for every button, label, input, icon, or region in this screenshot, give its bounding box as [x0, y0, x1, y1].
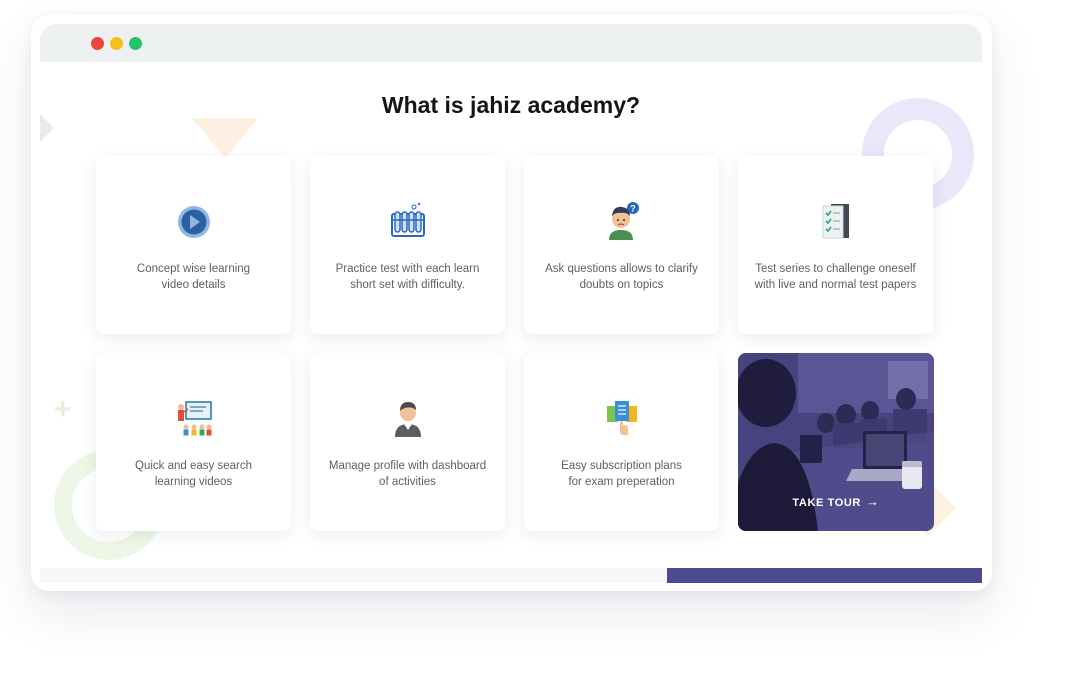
page-content: + What is jahiz academy? Concept wise le…	[40, 62, 982, 583]
feature-card-subscription[interactable]: Easy subscription plans for exam preperat…	[524, 353, 719, 531]
play-video-icon	[178, 206, 210, 238]
feature-description: Concept wise learning video details	[136, 263, 251, 291]
feature-description: Test series to challenge oneself with liv…	[754, 263, 917, 291]
browser-window: + What is jahiz academy? Concept wise le…	[31, 15, 992, 591]
feature-card-search-videos[interactable]: Quick and easy search learning videos	[96, 353, 291, 531]
feature-card-questions[interactable]: ? Ask questions allows to clarify doubts …	[524, 156, 719, 334]
maximize-dot-icon[interactable]	[129, 37, 142, 50]
minimize-dot-icon[interactable]	[110, 37, 123, 50]
window-titlebar	[40, 24, 982, 62]
svg-text:?: ?	[630, 204, 636, 214]
feature-description: Manage profile with dashboard of activiti…	[328, 460, 487, 488]
feature-description: Quick and easy search learning videos	[135, 460, 252, 488]
subscription-plans-icon	[607, 401, 637, 435]
classroom-teacher-icon	[178, 401, 212, 436]
take-tour-label: TAKE TOUR	[792, 497, 861, 509]
footer-strip-light	[40, 568, 667, 583]
decor-triangle-icon	[192, 118, 258, 158]
section-heading: What is jahiz academy?	[381, 92, 641, 118]
close-dot-icon[interactable]	[91, 37, 104, 50]
test-tubes-icon	[391, 202, 425, 237]
feature-card-practice[interactable]: Practice test with each learn short set w…	[310, 156, 505, 334]
footer-strip-accent	[667, 568, 982, 583]
feature-card-video[interactable]: Concept wise learning video details	[96, 156, 291, 334]
feature-card-test-series[interactable]: Test series to challenge oneself with liv…	[738, 156, 933, 334]
feature-description: Easy subscription plans for exam preperat…	[561, 460, 682, 488]
feature-description: Practice test with each learn short set w…	[335, 263, 480, 291]
checklist-icon	[822, 204, 849, 239]
user-profile-icon	[395, 402, 421, 437]
take-tour-card[interactable]: TAKE TOUR →	[738, 353, 934, 531]
take-tour-button[interactable]: TAKE TOUR →	[738, 494, 934, 509]
question-student-icon: ?	[609, 202, 639, 240]
decor-plus-icon: +	[54, 393, 72, 426]
feature-description: Ask questions allows to clarify doubts on…	[545, 263, 698, 291]
arrow-right-icon: →	[865, 494, 880, 509]
feature-card-profile[interactable]: Manage profile with dashboard of activiti…	[310, 353, 505, 531]
